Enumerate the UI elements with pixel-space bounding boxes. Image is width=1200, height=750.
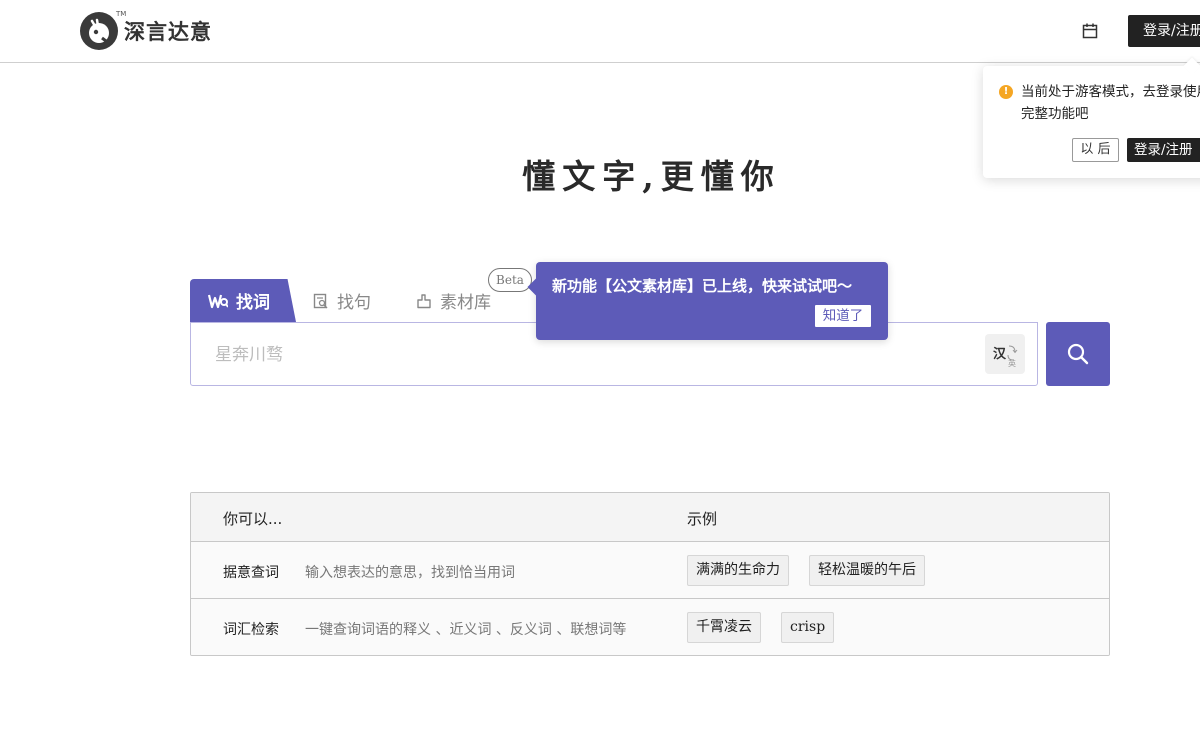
row-title: 词汇检索 <box>223 622 279 638</box>
tab-material-library[interactable]: 素材库 <box>416 279 491 322</box>
example-chip[interactable]: 千霄凌云 <box>687 612 761 643</box>
site-logo[interactable]: TM 深言达意 <box>80 10 212 50</box>
examples-header: 你可以... 示例 <box>191 493 1109 542</box>
search-input[interactable] <box>215 341 955 369</box>
trademark-mark: TM <box>116 10 127 18</box>
word-icon <box>208 293 228 309</box>
lang-secondary-label: 英 <box>1008 359 1016 368</box>
logo-mark-icon <box>80 12 118 50</box>
row-title: 据意查词 <box>223 565 279 581</box>
search-icon <box>1067 343 1089 365</box>
row-description: 一键查询词语的释义 、近义词 、反义词 、联想词等 <box>305 622 627 638</box>
row-description: 输入想表达的意思，找到恰当用词 <box>305 565 515 581</box>
tab-label: 找词 <box>236 293 270 313</box>
tab-find-sentence[interactable]: 找句 <box>313 279 371 322</box>
examples-table: 你可以... 示例 据意查词 输入想表达的意思，找到恰当用词 满满的生命力 轻松… <box>190 492 1110 656</box>
warning-icon: ! <box>999 85 1013 99</box>
column-header-examples: 示例 <box>687 510 718 528</box>
guest-mode-message: 当前处于游客模式，去登录使用完整功能吧 <box>1021 84 1200 122</box>
column-header-you-can: 你可以... <box>223 510 283 528</box>
logo-text: 深言达意 <box>124 19 212 44</box>
top-header: TM 深言达意 登录/注册 <box>0 0 1200 63</box>
tab-label: 找句 <box>337 293 371 313</box>
beta-badge: Beta <box>488 268 532 292</box>
lang-primary-label: 汉 <box>993 347 1007 362</box>
calendar-icon[interactable] <box>1081 22 1099 40</box>
new-feature-tooltip: 新功能【公文素材库】已上线，快来试试吧～ 知道了 <box>536 262 888 340</box>
material-icon <box>416 293 432 309</box>
table-row: 词汇检索 一键查询词语的释义 、近义词 、反义词 、联想词等 千霄凌云 cris… <box>191 599 1109 655</box>
header-login-button[interactable]: 登录/注册 <box>1128 15 1200 47</box>
new-feature-text: 新功能【公文素材库】已上线，快来试试吧～ <box>552 277 853 295</box>
example-chip[interactable]: crisp <box>781 612 835 643</box>
example-chip[interactable]: 轻松温暖的午后 <box>809 555 925 586</box>
language-toggle-button[interactable]: 汉 英 <box>985 334 1025 374</box>
slogan: 懂文字,更懂你 <box>522 157 781 196</box>
search-button[interactable] <box>1046 322 1110 386</box>
sentence-icon <box>313 293 329 309</box>
example-chip[interactable]: 满满的生命力 <box>687 555 789 586</box>
tab-find-word[interactable]: 找词 <box>190 279 296 322</box>
table-row: 据意查词 输入想表达的意思，找到恰当用词 满满的生命力 轻松温暖的午后 <box>191 542 1109 599</box>
tab-label: 素材库 <box>440 293 491 313</box>
got-it-button[interactable]: 知道了 <box>814 304 872 328</box>
